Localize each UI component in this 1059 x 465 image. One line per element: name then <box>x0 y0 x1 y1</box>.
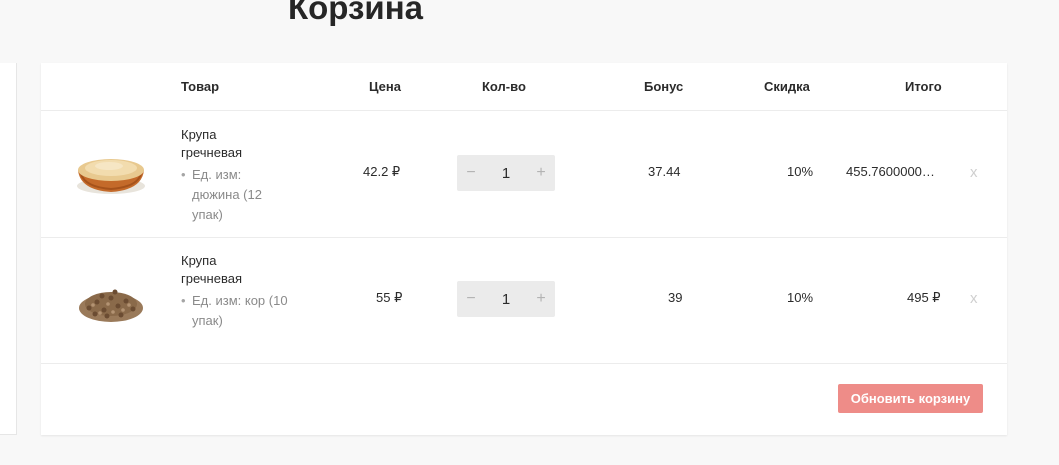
table-row: Крупа гречневая • Ед. изм: кор (10 упак)… <box>41 238 1007 364</box>
header-qty: Кол-во <box>482 79 526 94</box>
update-cart-button[interactable]: Обновить корзину <box>838 384 983 413</box>
quantity-stepper: − 1 + <box>457 155 555 191</box>
product-name[interactable]: Крупа гречневая <box>181 252 281 288</box>
table-header: Товар Цена Кол-во Бонус Скидка Итого <box>41 63 1007 111</box>
header-discount: Скидка <box>764 79 810 94</box>
increase-quantity-button[interactable]: + <box>529 281 553 317</box>
left-panel <box>0 63 17 435</box>
remove-item-button[interactable]: x <box>970 290 978 307</box>
item-total: 455.7600000… <box>846 164 935 179</box>
quantity-value[interactable]: 1 <box>487 281 525 317</box>
table-row: Крупа гречневая • Ед. изм: дюжина (12 уп… <box>41 112 1007 238</box>
product-name[interactable]: Крупа гречневая <box>181 126 281 162</box>
decrease-quantity-button[interactable]: − <box>459 155 483 191</box>
product-unit: • Ед. изм: дюжина (12 упак) <box>181 167 262 222</box>
item-bonus: 39 <box>668 290 683 305</box>
semolina-bowl-image <box>77 159 145 194</box>
quantity-value[interactable]: 1 <box>487 155 525 191</box>
header-bonus: Бонус <box>644 79 684 94</box>
item-bonus: 37.44 <box>648 164 681 179</box>
product-unit: • Ед. изм: кор (10 упак) <box>181 293 288 328</box>
item-total: 495 ₽ <box>907 290 941 305</box>
header-total: Итого <box>905 79 942 94</box>
header-price: Цена <box>369 79 401 94</box>
item-price: 55 ₽ <box>376 290 403 305</box>
decrease-quantity-button[interactable]: − <box>459 281 483 317</box>
remove-item-button[interactable]: x <box>970 164 978 181</box>
item-price: 42.2 ₽ <box>363 164 401 179</box>
quantity-stepper: − 1 + <box>457 281 555 317</box>
buckwheat-pile-image <box>79 289 143 322</box>
increase-quantity-button[interactable]: + <box>529 155 553 191</box>
item-discount: 10% <box>787 290 814 305</box>
header-product: Товар <box>181 79 220 94</box>
cart-table: Товар Цена Кол-во Бонус Скидка Итого Кру… <box>41 63 1007 435</box>
page-title: Корзина <box>288 0 423 26</box>
item-discount: 10% <box>787 164 814 179</box>
